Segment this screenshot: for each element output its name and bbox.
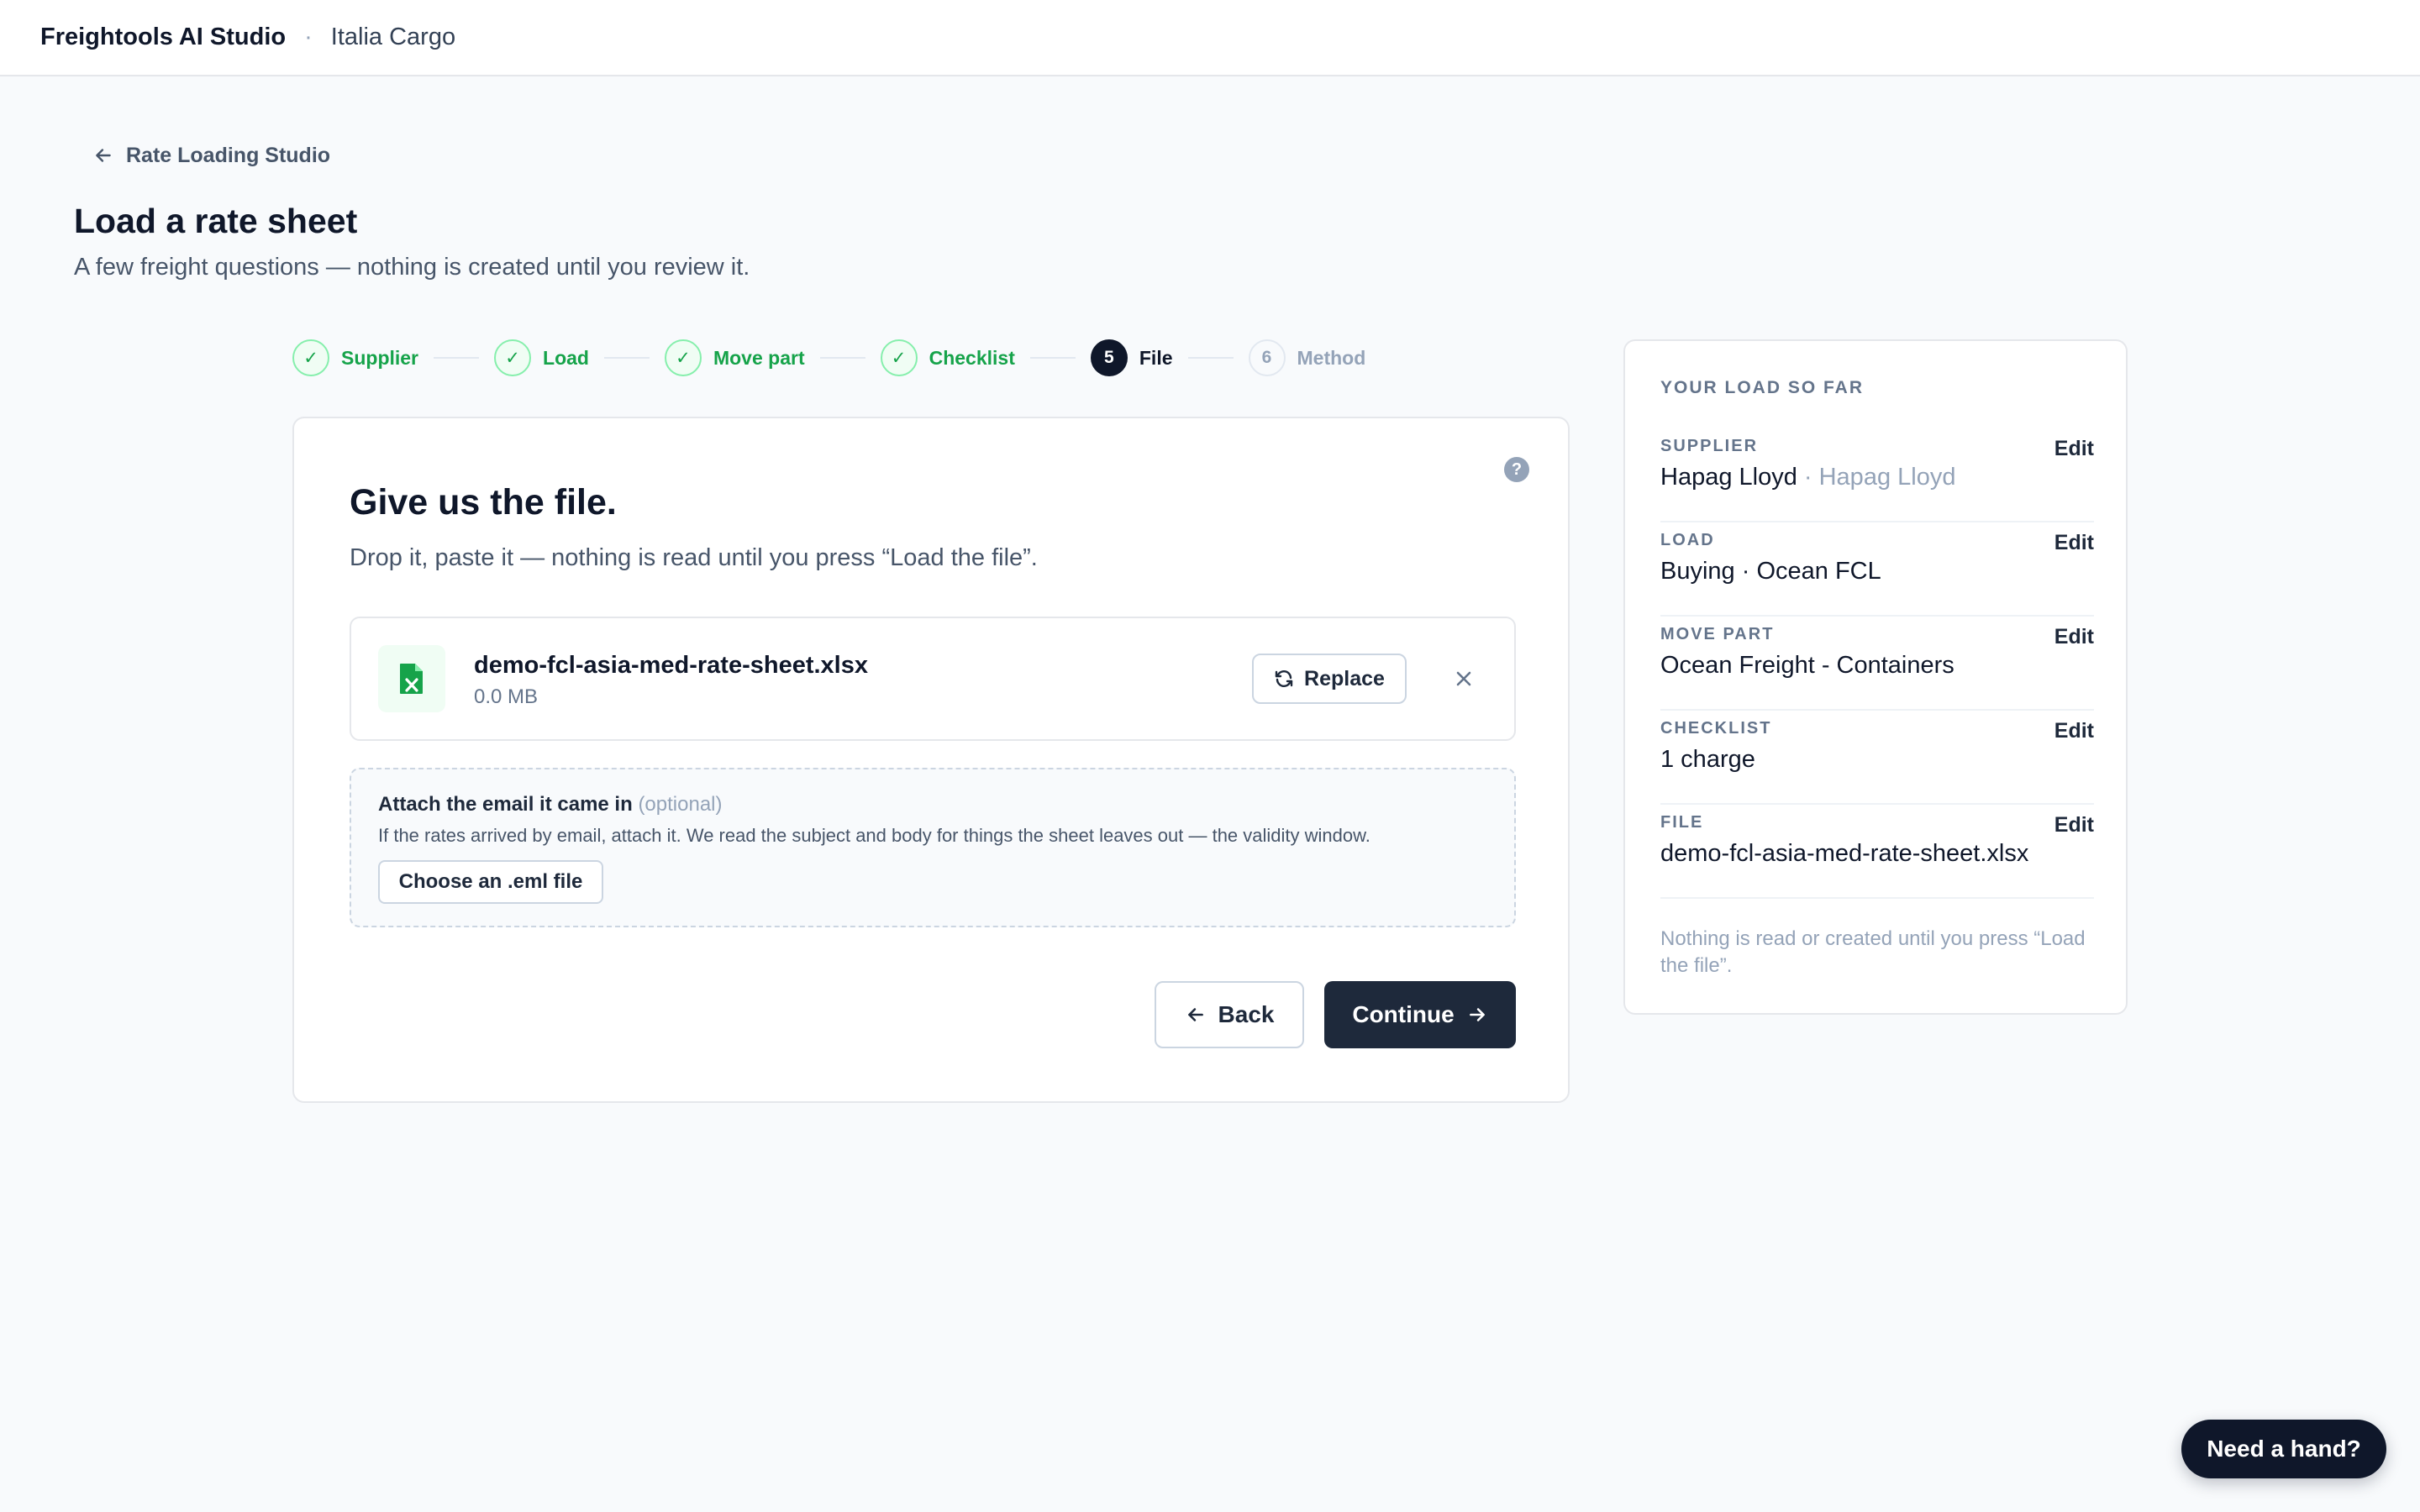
supplier-carrier: · Hapag Lloyd xyxy=(1797,464,1956,491)
step-number: 5 xyxy=(1090,339,1128,376)
replace-button-label: Replace xyxy=(1304,666,1385,690)
step-file[interactable]: 5 File xyxy=(1090,339,1173,376)
file-name: demo-fcl-asia-med-rate-sheet.xlsx xyxy=(474,652,868,679)
edit-load-button[interactable]: Edit xyxy=(2054,531,2094,555)
optional-label: (optional) xyxy=(638,793,723,816)
step-load[interactable]: ✓ Load xyxy=(494,339,589,376)
summary-note: Nothing is read or created until you pre… xyxy=(1660,927,2086,977)
summary-row-move-part: MOVE PART Ocean Freight - Containers Edi… xyxy=(1660,617,2094,711)
brand-name[interactable]: Freightools AI Studio xyxy=(40,24,286,51)
step-checklist[interactable]: ✓ Checklist xyxy=(880,339,1015,376)
step-label: Load xyxy=(543,346,589,369)
supplier-name: Hapag Lloyd xyxy=(1660,464,1797,491)
attach-email-dropzone[interactable]: Attach the email it came in (optional) I… xyxy=(350,768,1516,927)
step-connector xyxy=(603,357,650,359)
help-icon[interactable]: ? xyxy=(1504,457,1529,482)
attach-email-description: If the rates arrived by email, attach it… xyxy=(378,825,1370,846)
excel-file-icon xyxy=(378,645,445,712)
card-title: Give us the file. xyxy=(350,482,617,522)
summary-value: Hapag Lloyd · Hapag Lloyd xyxy=(1660,464,2030,491)
attach-email-title: Attach the email it came in (optional) xyxy=(378,793,723,816)
brand-separator: · xyxy=(304,24,313,50)
choose-eml-file-button[interactable]: Choose an .eml file xyxy=(378,860,603,904)
back-button[interactable]: Back xyxy=(1155,981,1304,1048)
check-icon: ✓ xyxy=(880,339,918,376)
top-bar: Freightools AI Studio · Italia Cargo xyxy=(0,0,2420,76)
step-method: 6 Method xyxy=(1248,339,1366,376)
step-connector xyxy=(819,357,865,359)
load-summary-panel: YOUR LOAD SO FAR SUPPLIER Hapag Lloyd · … xyxy=(1623,339,2128,1015)
back-button-label: Back xyxy=(1218,1001,1275,1027)
card-subtitle: Drop it, paste it — nothing is read unti… xyxy=(350,544,1038,571)
edit-file-button[interactable]: Edit xyxy=(2054,813,2094,837)
check-icon: ✓ xyxy=(292,339,329,376)
arrow-left-icon xyxy=(96,149,111,162)
refresh-icon xyxy=(1275,670,1293,687)
summary-label: CHECKLIST xyxy=(1660,719,1772,738)
file-step-card: ? Give us the file. Drop it, paste it — … xyxy=(292,417,1570,1103)
summary-heading: YOUR LOAD SO FAR xyxy=(1660,378,1865,397)
step-connector xyxy=(1029,357,1076,359)
need-help-button[interactable]: Need a hand? xyxy=(2181,1420,2386,1478)
step-label: File xyxy=(1139,346,1173,369)
edit-checklist-button[interactable]: Edit xyxy=(2054,719,2094,743)
step-label: Move part xyxy=(713,346,805,369)
continue-button-label: Continue xyxy=(1352,1001,1455,1027)
summary-label: FILE xyxy=(1660,813,1704,832)
step-number: 6 xyxy=(1248,339,1286,376)
remove-file-button[interactable] xyxy=(1450,665,1477,692)
step-connector xyxy=(434,357,480,359)
summary-label: MOVE PART xyxy=(1660,625,1775,643)
page-subtitle: A few freight questions — nothing is cre… xyxy=(74,254,750,281)
arrow-right-icon xyxy=(1469,1008,1485,1021)
page-title: Load a rate sheet xyxy=(74,202,358,240)
back-link-label: Rate Loading Studio xyxy=(126,143,331,167)
step-move-part[interactable]: ✓ Move part xyxy=(664,339,805,376)
step-connector xyxy=(1187,357,1234,359)
step-label: Supplier xyxy=(341,346,419,369)
summary-value: Buying · Ocean FCL xyxy=(1660,558,1881,585)
step-label: Checklist xyxy=(929,346,1015,369)
continue-button[interactable]: Continue xyxy=(1324,981,1516,1048)
replace-file-button[interactable]: Replace xyxy=(1252,654,1407,704)
summary-label: LOAD xyxy=(1660,531,1715,549)
selected-file: demo-fcl-asia-med-rate-sheet.xlsx 0.0 MB… xyxy=(350,617,1516,741)
summary-row-file: FILE demo-fcl-asia-med-rate-sheet.xlsx E… xyxy=(1660,805,2094,899)
summary-label: SUPPLIER xyxy=(1660,437,1759,455)
edit-move-part-button[interactable]: Edit xyxy=(2054,625,2094,649)
edit-supplier-button[interactable]: Edit xyxy=(2054,437,2094,461)
back-to-rate-loading-studio-link[interactable]: Rate Loading Studio xyxy=(92,140,330,171)
summary-row-load: LOAD Buying · Ocean FCL Edit xyxy=(1660,522,2094,617)
summary-row-checklist: CHECKLIST 1 charge Edit xyxy=(1660,711,2094,805)
check-icon: ✓ xyxy=(494,339,532,376)
arrow-left-icon xyxy=(1187,1008,1203,1021)
summary-value: demo-fcl-asia-med-rate-sheet.xlsx xyxy=(1660,840,2029,867)
summary-value: 1 charge xyxy=(1660,746,1755,773)
step-supplier[interactable]: ✓ Supplier xyxy=(292,339,418,376)
file-size: 0.0 MB xyxy=(474,685,539,708)
step-label: Method xyxy=(1297,346,1366,369)
close-icon xyxy=(1456,671,1471,686)
check-icon: ✓ xyxy=(664,339,702,376)
wizard-stepper: ✓ Supplier ✓ Load ✓ Move part ✓ Checklis… xyxy=(292,339,1365,377)
summary-row-supplier: SUPPLIER Hapag Lloyd · Hapag Lloyd Edit xyxy=(1660,428,2094,522)
summary-list: SUPPLIER Hapag Lloyd · Hapag Lloyd Edit … xyxy=(1660,428,2094,899)
organization-name: Italia Cargo xyxy=(330,24,456,50)
attach-email-heading: Attach the email it came in xyxy=(378,793,633,816)
summary-value: Ocean Freight - Containers xyxy=(1660,652,1954,679)
